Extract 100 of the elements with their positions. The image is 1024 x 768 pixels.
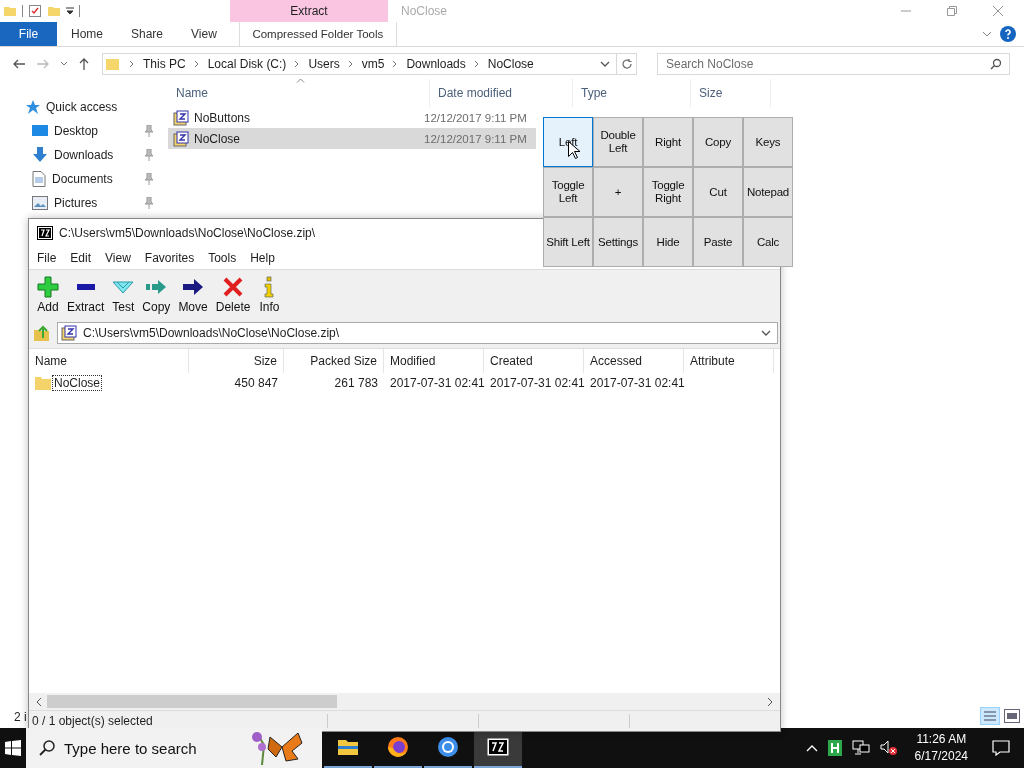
pin-icon[interactable] bbox=[144, 197, 154, 209]
chevron-icon bbox=[347, 60, 354, 68]
breadcrumb-item[interactable]: vm5 bbox=[361, 57, 385, 71]
chevron-icon bbox=[392, 60, 399, 68]
back-icon[interactable] bbox=[12, 58, 26, 70]
taskbar-search-field[interactable]: Type here to search bbox=[26, 728, 322, 768]
start-icon[interactable] bbox=[5, 740, 21, 756]
sidebar-item[interactable]: Documents bbox=[0, 167, 168, 191]
toolbar-button[interactable]: Copy bbox=[138, 276, 175, 314]
column-header[interactable]: Name bbox=[29, 349, 189, 373]
sidebar-item[interactable]: Downloads bbox=[0, 143, 168, 167]
close-icon[interactable] bbox=[992, 5, 1004, 17]
tiles-view-icon[interactable] bbox=[1004, 709, 1020, 723]
refresh-button[interactable] bbox=[617, 53, 637, 75]
scrollbar-thumb[interactable] bbox=[47, 695, 337, 708]
address-bar[interactable]: This PC Local Disk (C:) Users vm5 Downloads NoClose bbox=[102, 53, 617, 75]
ribbon-tab[interactable]: File bbox=[0, 22, 57, 46]
toolbar-button[interactable]: Extract bbox=[63, 276, 109, 314]
panel-button[interactable]: Cut bbox=[693, 167, 743, 217]
panel-button[interactable]: Calc bbox=[743, 217, 793, 267]
file-row[interactable]: NoButtons 12/12/2017 9:11 PM bbox=[168, 107, 536, 128]
panel-button[interactable]: Copy bbox=[693, 117, 743, 167]
file-name[interactable]: NoClose bbox=[52, 375, 103, 391]
panel-button[interactable]: Toggle Right bbox=[643, 167, 693, 217]
sidebar-item[interactable]: Quick access bbox=[0, 95, 168, 119]
column-header[interactable]: Name bbox=[168, 79, 430, 107]
folder-up-icon[interactable] bbox=[33, 324, 51, 342]
table-cell-text: 261 783 bbox=[333, 376, 379, 390]
expand-icon[interactable] bbox=[982, 30, 992, 38]
tray-app-icon[interactable] bbox=[827, 740, 842, 756]
column-header[interactable]: Attribute bbox=[684, 349, 774, 373]
sidebar-item[interactable]: Desktop bbox=[0, 119, 168, 143]
toolbar-button[interactable]: Delete bbox=[211, 276, 255, 314]
column-header[interactable]: Size bbox=[691, 79, 771, 107]
panel-button[interactable]: + bbox=[593, 167, 643, 217]
help-icon[interactable] bbox=[1000, 26, 1016, 42]
ribbon-tab[interactable]: View bbox=[177, 22, 231, 46]
breadcrumb-item[interactable]: Users bbox=[308, 57, 340, 71]
panel-button[interactable]: Keys bbox=[743, 117, 793, 167]
menu-item[interactable]: Help bbox=[250, 251, 275, 265]
pin-icon[interactable] bbox=[144, 149, 154, 161]
menu-item[interactable]: Edit bbox=[70, 251, 92, 265]
toolbar-button[interactable]: Add bbox=[33, 276, 63, 314]
chevron-icon bbox=[473, 60, 480, 68]
pin-icon[interactable] bbox=[144, 173, 154, 185]
column-header[interactable]: Type bbox=[573, 79, 691, 107]
panel-button[interactable]: Toggle Left bbox=[543, 167, 593, 217]
breadcrumb-item[interactable]: NoClose bbox=[487, 57, 534, 71]
panel-button[interactable]: Paste bbox=[693, 217, 743, 267]
ribbon-tab[interactable]: Compressed Folder Tools bbox=[238, 22, 397, 46]
toolbar-button[interactable]: Test bbox=[108, 276, 139, 314]
properties-icon[interactable] bbox=[28, 4, 42, 18]
chevron-icon bbox=[129, 60, 135, 68]
column-header[interactable]: Size bbox=[189, 349, 284, 373]
clock-date[interactable]: 6/17/2024 bbox=[914, 748, 968, 765]
menu-item[interactable]: Tools bbox=[208, 251, 237, 265]
table-cell-text: 2017-07-31 02:41 bbox=[489, 376, 584, 390]
panel-button[interactable]: Right bbox=[643, 117, 693, 167]
notification-icon[interactable] bbox=[992, 740, 1010, 756]
restore-icon[interactable] bbox=[946, 5, 958, 17]
dropdown-icon[interactable] bbox=[761, 330, 771, 336]
menu-item[interactable]: View bbox=[105, 251, 131, 265]
toolbar-button[interactable]: Info bbox=[254, 276, 285, 314]
folder-icon bbox=[337, 738, 359, 756]
panel-button[interactable]: Shift Left bbox=[543, 217, 593, 267]
column-header[interactable]: Packed Size bbox=[284, 349, 384, 373]
column-header[interactable]: Modified bbox=[384, 349, 484, 373]
muted-speaker-icon[interactable] bbox=[879, 740, 898, 756]
panel-button[interactable]: Notepad bbox=[743, 167, 793, 217]
breadcrumb-item[interactable]: Local Disk (C:) bbox=[207, 57, 287, 71]
chevron-up-icon[interactable] bbox=[805, 744, 818, 752]
network-icon[interactable] bbox=[851, 740, 870, 756]
path-field[interactable]: C:\Users\vm5\Downloads\NoClose\NoClose.zip\ bbox=[57, 322, 778, 344]
up-icon[interactable] bbox=[78, 57, 90, 71]
dropdown-icon[interactable] bbox=[600, 61, 610, 67]
menu-item[interactable]: Favorites bbox=[144, 251, 195, 265]
search-field[interactable]: Search NoClose bbox=[657, 53, 1010, 75]
panel-button[interactable]: Settings bbox=[593, 217, 643, 267]
file-row[interactable]: NoClose 12/12/2017 9:11 PM bbox=[168, 128, 536, 149]
clock-time[interactable]: 11:26 AM bbox=[916, 731, 967, 748]
ribbon-tab[interactable]: Home bbox=[57, 22, 117, 46]
recent-icon[interactable] bbox=[60, 61, 68, 67]
menu-item[interactable]: File bbox=[37, 251, 57, 265]
column-header[interactable]: Created bbox=[484, 349, 584, 373]
panel-button[interactable]: Double Left bbox=[593, 117, 643, 167]
pin-icon[interactable] bbox=[144, 125, 154, 137]
scroll-right-icon[interactable] bbox=[766, 697, 774, 706]
breadcrumb-item[interactable]: Downloads bbox=[406, 57, 466, 71]
breadcrumb-item[interactable]: This PC bbox=[143, 57, 186, 71]
column-header[interactable]: Date modified bbox=[430, 79, 573, 107]
column-header[interactable]: Accessed bbox=[584, 349, 684, 373]
minus-icon bbox=[76, 284, 95, 290]
dropdown-icon[interactable] bbox=[66, 6, 74, 16]
context-group-label: Extract bbox=[290, 4, 328, 18]
ribbon-tab[interactable]: Share bbox=[117, 22, 178, 46]
cross-icon bbox=[222, 276, 245, 298]
toolbar-button[interactable]: Move bbox=[174, 276, 212, 314]
sidebar-item[interactable]: Pictures bbox=[0, 191, 168, 215]
panel-button[interactable]: Hide bbox=[643, 217, 693, 267]
scroll-left-icon[interactable] bbox=[35, 697, 43, 706]
